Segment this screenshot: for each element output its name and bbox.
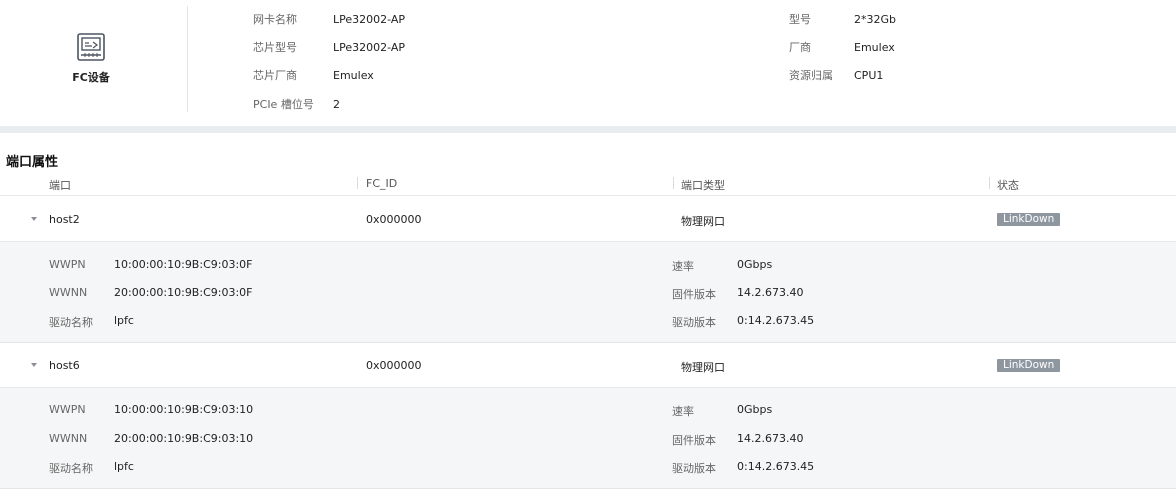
table-row[interactable]: host2 0x000000 物理网口 LinkDown [0, 197, 1176, 242]
port-type: 物理网口 [681, 215, 725, 228]
column-header-port-type[interactable]: 端口类型 [681, 177, 725, 193]
table-header: 端口 FC_ID 端口类型 状态 [0, 172, 1176, 196]
row-detail-panel: WWPN 10:00:00:10:9B:C9:03:0F WWNN 20:00:… [0, 242, 1176, 343]
table-row[interactable]: host6 0x000000 物理网口 LinkDown [0, 343, 1176, 388]
device-card: FC设备 网卡名称 LPe32002-AP 芯片型号 LPe32002-AP 芯… [0, 0, 1176, 126]
fc-id: 0x000000 [366, 359, 422, 372]
detail-label-wwpn: WWPN [49, 403, 86, 416]
status-badge: LinkDown [997, 213, 1061, 226]
expand-caret-icon[interactable] [31, 217, 37, 221]
detail-value-speed: 0Gbps [737, 403, 773, 416]
detail-value-wwpn: 10:00:00:10:9B:C9:03:0F [114, 258, 253, 271]
status-badge: LinkDown [997, 359, 1061, 372]
fc-id: 0x000000 [366, 213, 422, 226]
detail-label-driver-name: 驱动名称 [49, 462, 93, 475]
detail-value-firmware: 14.2.673.40 [737, 432, 804, 445]
field-label-model: 型号 [789, 13, 811, 26]
detail-value-wwpn: 10:00:00:10:9B:C9:03:10 [114, 403, 254, 416]
field-label-chip-model: 芯片型号 [253, 41, 297, 54]
field-value-model: 2*32Gb [854, 13, 897, 26]
detail-value-driver-version: 0:14.2.673.45 [737, 314, 815, 327]
detail-label-wwnn: WWNN [49, 432, 88, 445]
detail-label-speed: 速率 [672, 260, 694, 273]
detail-value-speed: 0Gbps [737, 258, 773, 271]
field-label-resource-owner: 资源归属 [789, 69, 833, 82]
detail-value-wwnn: 20:00:00:10:9B:C9:03:0F [114, 286, 253, 299]
section-title: 端口属性 [6, 155, 59, 170]
port-name: host2 [49, 213, 80, 226]
detail-label-driver-name: 驱动名称 [49, 316, 93, 329]
field-value-resource-owner: CPU1 [854, 69, 884, 82]
field-value-chip-model: LPe32002-AP [333, 41, 406, 54]
detail-label-firmware: 固件版本 [672, 288, 716, 301]
network-card-icon [77, 33, 105, 61]
detail-label-wwnn: WWNN [49, 286, 88, 299]
device-summary: FC设备 [0, 0, 187, 112]
detail-label-firmware: 固件版本 [672, 434, 716, 447]
column-header-status[interactable]: 状态 [997, 177, 1019, 193]
expand-caret-icon[interactable] [31, 363, 37, 367]
device-title: FC设备 [72, 71, 110, 84]
field-value-vendor: Emulex [854, 41, 895, 54]
detail-label-wwpn: WWPN [49, 258, 86, 271]
section-separator [0, 126, 1176, 133]
detail-value-wwnn: 20:00:00:10:9B:C9:03:10 [114, 432, 254, 445]
field-label-vendor: 厂商 [789, 41, 811, 54]
divider [187, 6, 188, 112]
column-divider[interactable] [357, 177, 358, 189]
detail-value-driver-version: 0:14.2.673.45 [737, 460, 815, 473]
detail-label-speed: 速率 [672, 405, 694, 418]
field-value-nic-name: LPe32002-AP [333, 13, 406, 26]
column-divider[interactable] [989, 177, 990, 189]
detail-label-driver-version: 驱动版本 [672, 462, 716, 475]
detail-value-driver-name: lpfc [114, 314, 134, 327]
field-value-pcie-slot: 2 [333, 98, 340, 111]
column-divider[interactable] [673, 177, 674, 189]
field-label-chip-vendor: 芯片厂商 [253, 69, 297, 82]
row-detail-panel: WWPN 10:00:00:10:9B:C9:03:10 WWNN 20:00:… [0, 388, 1176, 489]
column-header-port[interactable]: 端口 [49, 177, 71, 193]
field-label-nic-name: 网卡名称 [253, 13, 297, 26]
field-label-pcie-slot: PCIe 槽位号 [253, 98, 314, 111]
detail-value-firmware: 14.2.673.40 [737, 286, 804, 299]
detail-value-driver-name: lpfc [114, 460, 134, 473]
port-name: host6 [49, 359, 80, 372]
field-value-chip-vendor: Emulex [333, 69, 374, 82]
column-header-fc-id[interactable]: FC_ID [366, 177, 397, 190]
port-type: 物理网口 [681, 361, 725, 374]
detail-label-driver-version: 驱动版本 [672, 316, 716, 329]
